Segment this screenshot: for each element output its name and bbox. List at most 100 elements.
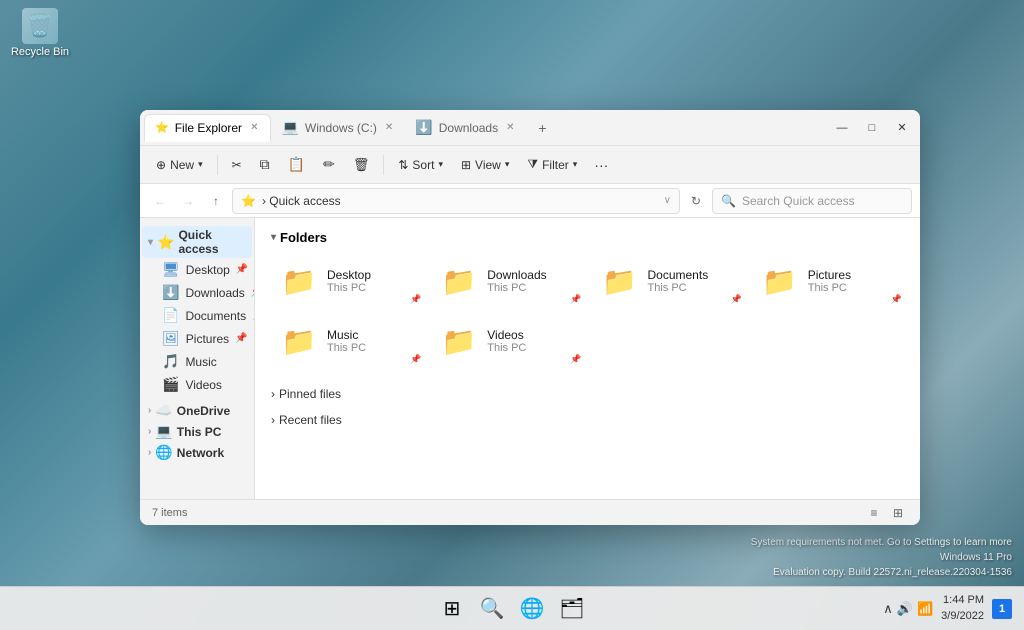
view-label: View — [475, 158, 501, 172]
taskbar-edge-button[interactable]: 🌐 — [514, 591, 550, 627]
sidebar-item-quick-access[interactable]: ▾ ⭐ Quick access — [142, 226, 252, 258]
music-sidebar-label: Music — [185, 355, 216, 369]
tab-windows-c[interactable]: 💻 Windows (C:) ✕ — [271, 114, 405, 142]
folder-music[interactable]: 📁 Music This PC 📌 — [271, 315, 423, 367]
sidebar-item-onedrive[interactable]: › ☁️ OneDrive — [142, 400, 252, 421]
new-tab-button[interactable]: + — [531, 116, 555, 140]
folder-videos[interactable]: 📁 Videos This PC 📌 — [431, 315, 583, 367]
folder-pictures[interactable]: 📁 Pictures This PC 📌 — [752, 255, 904, 307]
taskbar: ⊞ 🔍 🌐 🗂 ∧ 🔊 📶 1:44 PM 3/9/2022 1 — [0, 586, 1024, 630]
tab-star-icon: ⭐ — [155, 121, 169, 134]
sidebar: ▾ ⭐ Quick access 🖥 Desktop 📌 ⬇️ Download… — [140, 218, 255, 499]
pinned-files-section[interactable]: › Pinned files — [271, 383, 904, 405]
sidebar-item-network[interactable]: › 🌐 Network — [142, 442, 252, 463]
folder-desktop[interactable]: 📁 Desktop This PC 📌 — [271, 255, 423, 307]
folder-downloads[interactable]: 📁 Downloads This PC 📌 — [431, 255, 583, 307]
view-button[interactable]: ⊞ View ▾ — [453, 154, 517, 176]
onedrive-label: OneDrive — [177, 404, 230, 418]
documents-folder-icon-container: 📁 — [600, 261, 640, 301]
pictures-folder-location: This PC — [808, 282, 851, 294]
videos-folder-icon: 📁 — [442, 325, 477, 358]
search-placeholder-text: Search Quick access — [742, 194, 855, 208]
downloads-folder-icon-container: 📁 — [439, 261, 479, 301]
folders-grid: 📁 Desktop This PC 📌 📁 Downloads T — [271, 255, 904, 367]
downloads-folder-pin-icon: 📌 — [570, 294, 581, 305]
address-star-icon: ⭐ — [241, 194, 256, 208]
new-button[interactable]: ⊕ New ▾ — [148, 154, 211, 176]
sidebar-item-documents[interactable]: 📄 Documents 📌 — [142, 304, 252, 327]
videos-folder-details: Videos This PC — [487, 328, 526, 354]
tab-windows-icon: 💻 — [281, 119, 298, 136]
explorer-taskbar-icon: 🗂 — [559, 596, 584, 621]
taskbar-volume-icon[interactable]: 🔊 — [897, 601, 913, 617]
taskbar-chevron-icon[interactable]: ∧ — [883, 601, 893, 617]
quick-access-expand-icon: ▾ — [148, 237, 153, 248]
grid-view-button[interactable]: ⊞ — [888, 503, 908, 523]
quick-access-label: Quick access — [178, 228, 246, 256]
back-button[interactable]: ← — [148, 189, 172, 213]
sidebar-item-desktop[interactable]: 🖥 Desktop 📌 — [142, 258, 252, 281]
folder-documents[interactable]: 📁 Documents This PC 📌 — [592, 255, 744, 307]
refresh-button[interactable]: ↻ — [684, 189, 708, 213]
tab-close-file-explorer[interactable]: ✕ — [248, 120, 260, 135]
music-folder-details: Music This PC — [327, 328, 366, 354]
taskbar-search-button[interactable]: 🔍 — [474, 591, 510, 627]
pictures-folder-icon-container: 📁 — [760, 261, 800, 301]
copy-button[interactable]: ⧉ — [252, 152, 278, 177]
desktop-folder-icon-container: 📁 — [279, 261, 319, 301]
sidebar-item-videos[interactable]: 🎬 Videos — [142, 373, 252, 396]
music-folder-pin-icon: 📌 — [410, 354, 421, 365]
paste-button[interactable]: 📋 — [280, 152, 313, 177]
close-button[interactable]: ✕ — [888, 114, 916, 142]
new-label: New — [170, 158, 194, 172]
music-folder-location: This PC — [327, 342, 366, 354]
network-icon: 🌐 — [155, 444, 172, 461]
folders-section-header[interactable]: ▾ Folders — [271, 230, 904, 245]
documents-folder-details: Documents This PC — [648, 268, 709, 294]
up-button[interactable]: ↑ — [204, 189, 228, 213]
tab-file-explorer[interactable]: ⭐ File Explorer ✕ — [144, 114, 271, 142]
sort-button[interactable]: ⇅ Sort ▾ — [390, 154, 451, 176]
start-button[interactable]: ⊞ — [434, 591, 470, 627]
videos-folder-pin-icon: 📌 — [570, 354, 581, 365]
documents-folder-location: This PC — [648, 282, 709, 294]
sidebar-item-pictures[interactable]: 🖼 Pictures 📌 — [142, 327, 252, 350]
forward-button[interactable]: → — [176, 189, 200, 213]
maximize-button[interactable]: □ — [858, 114, 886, 142]
notification-badge[interactable]: 1 — [992, 599, 1012, 619]
tab-close-windows-c[interactable]: ✕ — [383, 120, 395, 135]
sidebar-item-this-pc[interactable]: › 💻 This PC — [142, 421, 252, 442]
watermark-line1: System requirements not met. Go to Setti… — [751, 535, 1012, 550]
desktop-folder-location: This PC — [327, 282, 371, 294]
taskbar-explorer-button[interactable]: 🗂 — [554, 591, 590, 627]
file-explorer-window: ⭐ File Explorer ✕ 💻 Windows (C:) ✕ ⬇️ Do… — [140, 110, 920, 525]
sidebar-item-music[interactable]: 🎵 Music — [142, 350, 252, 373]
folders-section-label: Folders — [280, 230, 327, 245]
search-box[interactable]: 🔍 Search Quick access — [712, 188, 912, 214]
network-expand-icon: › — [148, 447, 151, 458]
cut-button[interactable]: ✂ — [224, 154, 250, 176]
address-input[interactable]: ⭐ › Quick access ∨ — [232, 188, 680, 214]
taskbar-datetime[interactable]: 1:44 PM 3/9/2022 — [941, 593, 984, 624]
rename-icon: ✏ — [323, 156, 335, 173]
documents-folder-icon: 📁 — [602, 265, 637, 298]
filter-button[interactable]: ⧩ Filter ▾ — [519, 153, 585, 176]
minimize-button[interactable]: — — [828, 114, 856, 142]
content-area: ▾ ⭐ Quick access 🖥 Desktop 📌 ⬇️ Download… — [140, 218, 920, 499]
recent-files-section[interactable]: › Recent files — [271, 409, 904, 431]
recycle-bin[interactable]: 🗑️ Recycle Bin — [10, 8, 70, 58]
more-options-button[interactable]: ··· — [587, 151, 615, 179]
taskbar-sys-icons: ∧ 🔊 📶 — [883, 601, 933, 617]
tab-downloads-icon: ⬇️ — [415, 119, 432, 136]
tab-downloads[interactable]: ⬇️ Downloads ✕ — [405, 114, 526, 142]
recycle-bin-icon: 🗑️ — [22, 8, 58, 44]
downloads-sidebar-label: Downloads — [185, 286, 244, 300]
rename-button[interactable]: ✏ — [315, 152, 343, 177]
taskbar-wifi-icon[interactable]: 📶 — [917, 601, 933, 617]
delete-button[interactable]: 🗑 — [345, 153, 378, 177]
sidebar-item-downloads[interactable]: ⬇️ Downloads 📌 — [142, 281, 252, 304]
tab-close-downloads[interactable]: ✕ — [504, 120, 516, 135]
list-view-button[interactable]: ≡ — [864, 503, 884, 523]
recent-files-label: Recent files — [279, 413, 342, 427]
status-view-icons: ≡ ⊞ — [864, 503, 908, 523]
